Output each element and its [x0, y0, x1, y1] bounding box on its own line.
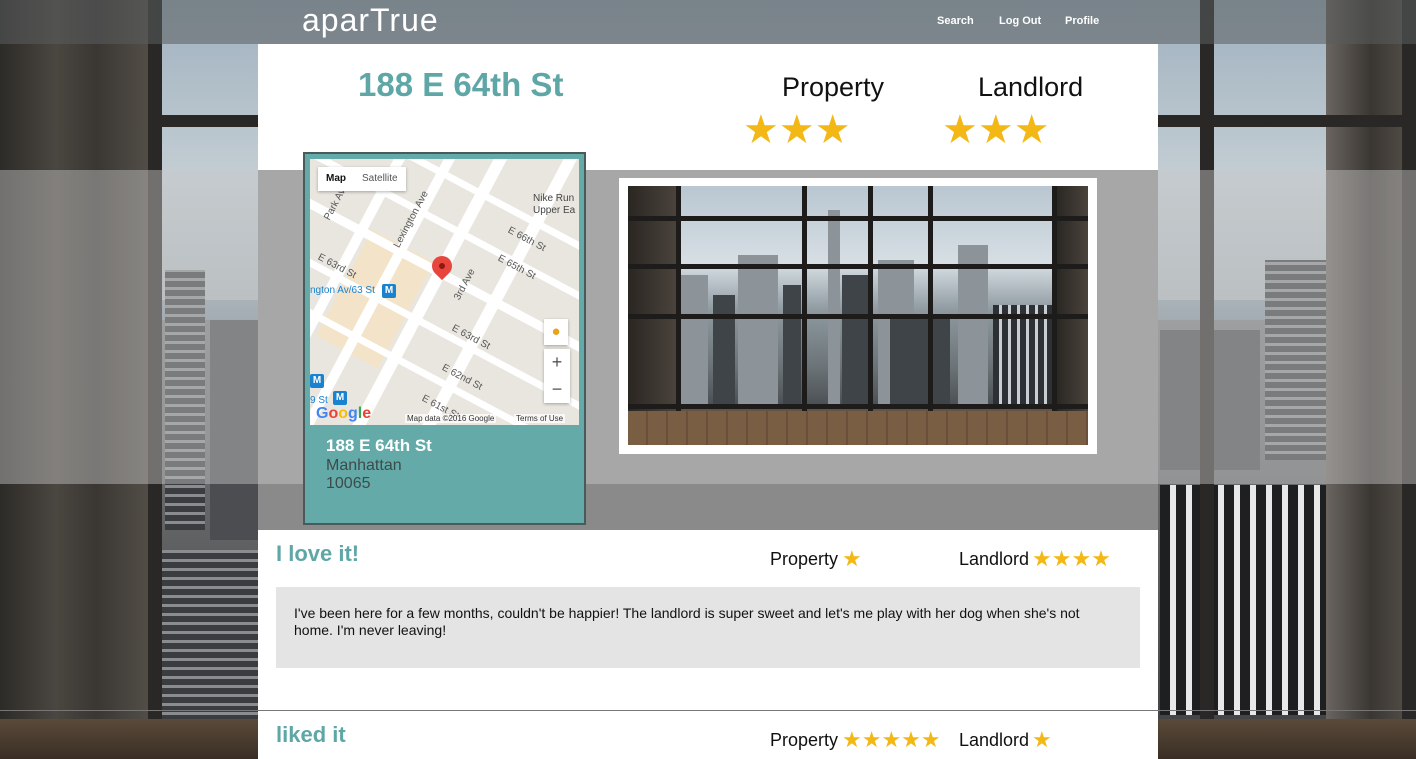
landlord-rating-label: Landlord — [978, 72, 1084, 102]
review-divider — [0, 710, 1416, 711]
google-logo: Google — [316, 405, 372, 422]
map-type-toggle: Map Satellite — [318, 167, 406, 191]
window-frame — [148, 115, 258, 127]
landlord-rating-stars: ★★★ — [942, 108, 1050, 152]
review-property-label: Property — [770, 730, 839, 750]
street-view-pegman-icon[interactable]: ● — [544, 319, 568, 345]
photo-building — [678, 275, 708, 405]
property-rating-label: Property — [782, 72, 885, 102]
property-rating-stars: ★★★ — [743, 108, 851, 152]
card-zipcode: 10065 — [326, 475, 371, 492]
listing-panel: 188 E 64th St Property Landlord ★★★ ★★★ … — [258, 44, 1158, 759]
card-borough: Manhattan — [326, 457, 402, 474]
photo-window-frame — [628, 264, 1088, 269]
window-frame — [1158, 115, 1416, 127]
location-card: Park Av Lexington Ave E 66th St E 65th S… — [303, 152, 586, 525]
review-body: I've been here for a few months, couldn'… — [276, 587, 1140, 668]
map-poi-label: Upper Ea — [533, 205, 576, 216]
map-tab-satellite[interactable]: Satellite — [354, 167, 406, 191]
nav-profile-link[interactable]: Profile — [1065, 15, 1099, 27]
map-tab-map[interactable]: Map — [318, 167, 354, 191]
zoom-out-button[interactable]: − — [544, 376, 570, 403]
review-title: liked it — [276, 722, 346, 747]
photo-building — [738, 255, 778, 405]
background-building — [160, 550, 260, 730]
metro-icon: M — [310, 374, 324, 388]
photo-building — [783, 285, 801, 405]
photo-building — [890, 315, 950, 405]
apartment-photo-frame — [619, 178, 1097, 454]
map-poi-label: Nike Run — [533, 193, 575, 204]
review-property-label: Property — [770, 549, 839, 569]
zoom-controls: + − — [544, 349, 570, 403]
map-data-credit: Map data ©2016 Google — [405, 414, 497, 423]
review-property-stars: ★ — [842, 546, 862, 571]
card-address: 188 E 64th St — [326, 436, 432, 455]
nav-search-link[interactable]: Search — [937, 15, 974, 27]
navbar — [0, 0, 1416, 44]
location-map[interactable]: Park Av Lexington Ave E 66th St E 65th S… — [310, 159, 579, 425]
brand-logo[interactable]: aparTrue — [302, 2, 439, 39]
zoom-in-button[interactable]: + — [544, 349, 570, 376]
photo-window-frame — [628, 216, 1088, 221]
review-landlord-label: Landlord — [959, 730, 1030, 750]
review-landlord-stars: ★ — [1032, 727, 1052, 752]
map-terms-link[interactable]: Terms of Use — [514, 414, 566, 423]
photo-building — [958, 245, 988, 405]
photo-floor — [628, 411, 1088, 445]
metro-icon: M — [382, 284, 396, 298]
metro-icon: M — [333, 391, 347, 405]
apartment-photo[interactable] — [628, 186, 1088, 445]
map-station-label: ngton Av/63 St — [310, 285, 375, 296]
photo-building-empire — [828, 210, 840, 405]
photo-window-frame — [628, 314, 1088, 319]
page-title: 188 E 64th St — [358, 66, 564, 103]
review-landlord-stars: ★★★★ — [1032, 546, 1111, 571]
review-property-stars: ★★★★★ — [842, 727, 941, 752]
nav-logout-link[interactable]: Log Out — [999, 15, 1041, 27]
review-title: I love it! — [276, 541, 360, 566]
photo-window-frame — [628, 404, 1088, 409]
review-landlord-label: Landlord — [959, 549, 1030, 569]
photo-building — [713, 295, 735, 405]
